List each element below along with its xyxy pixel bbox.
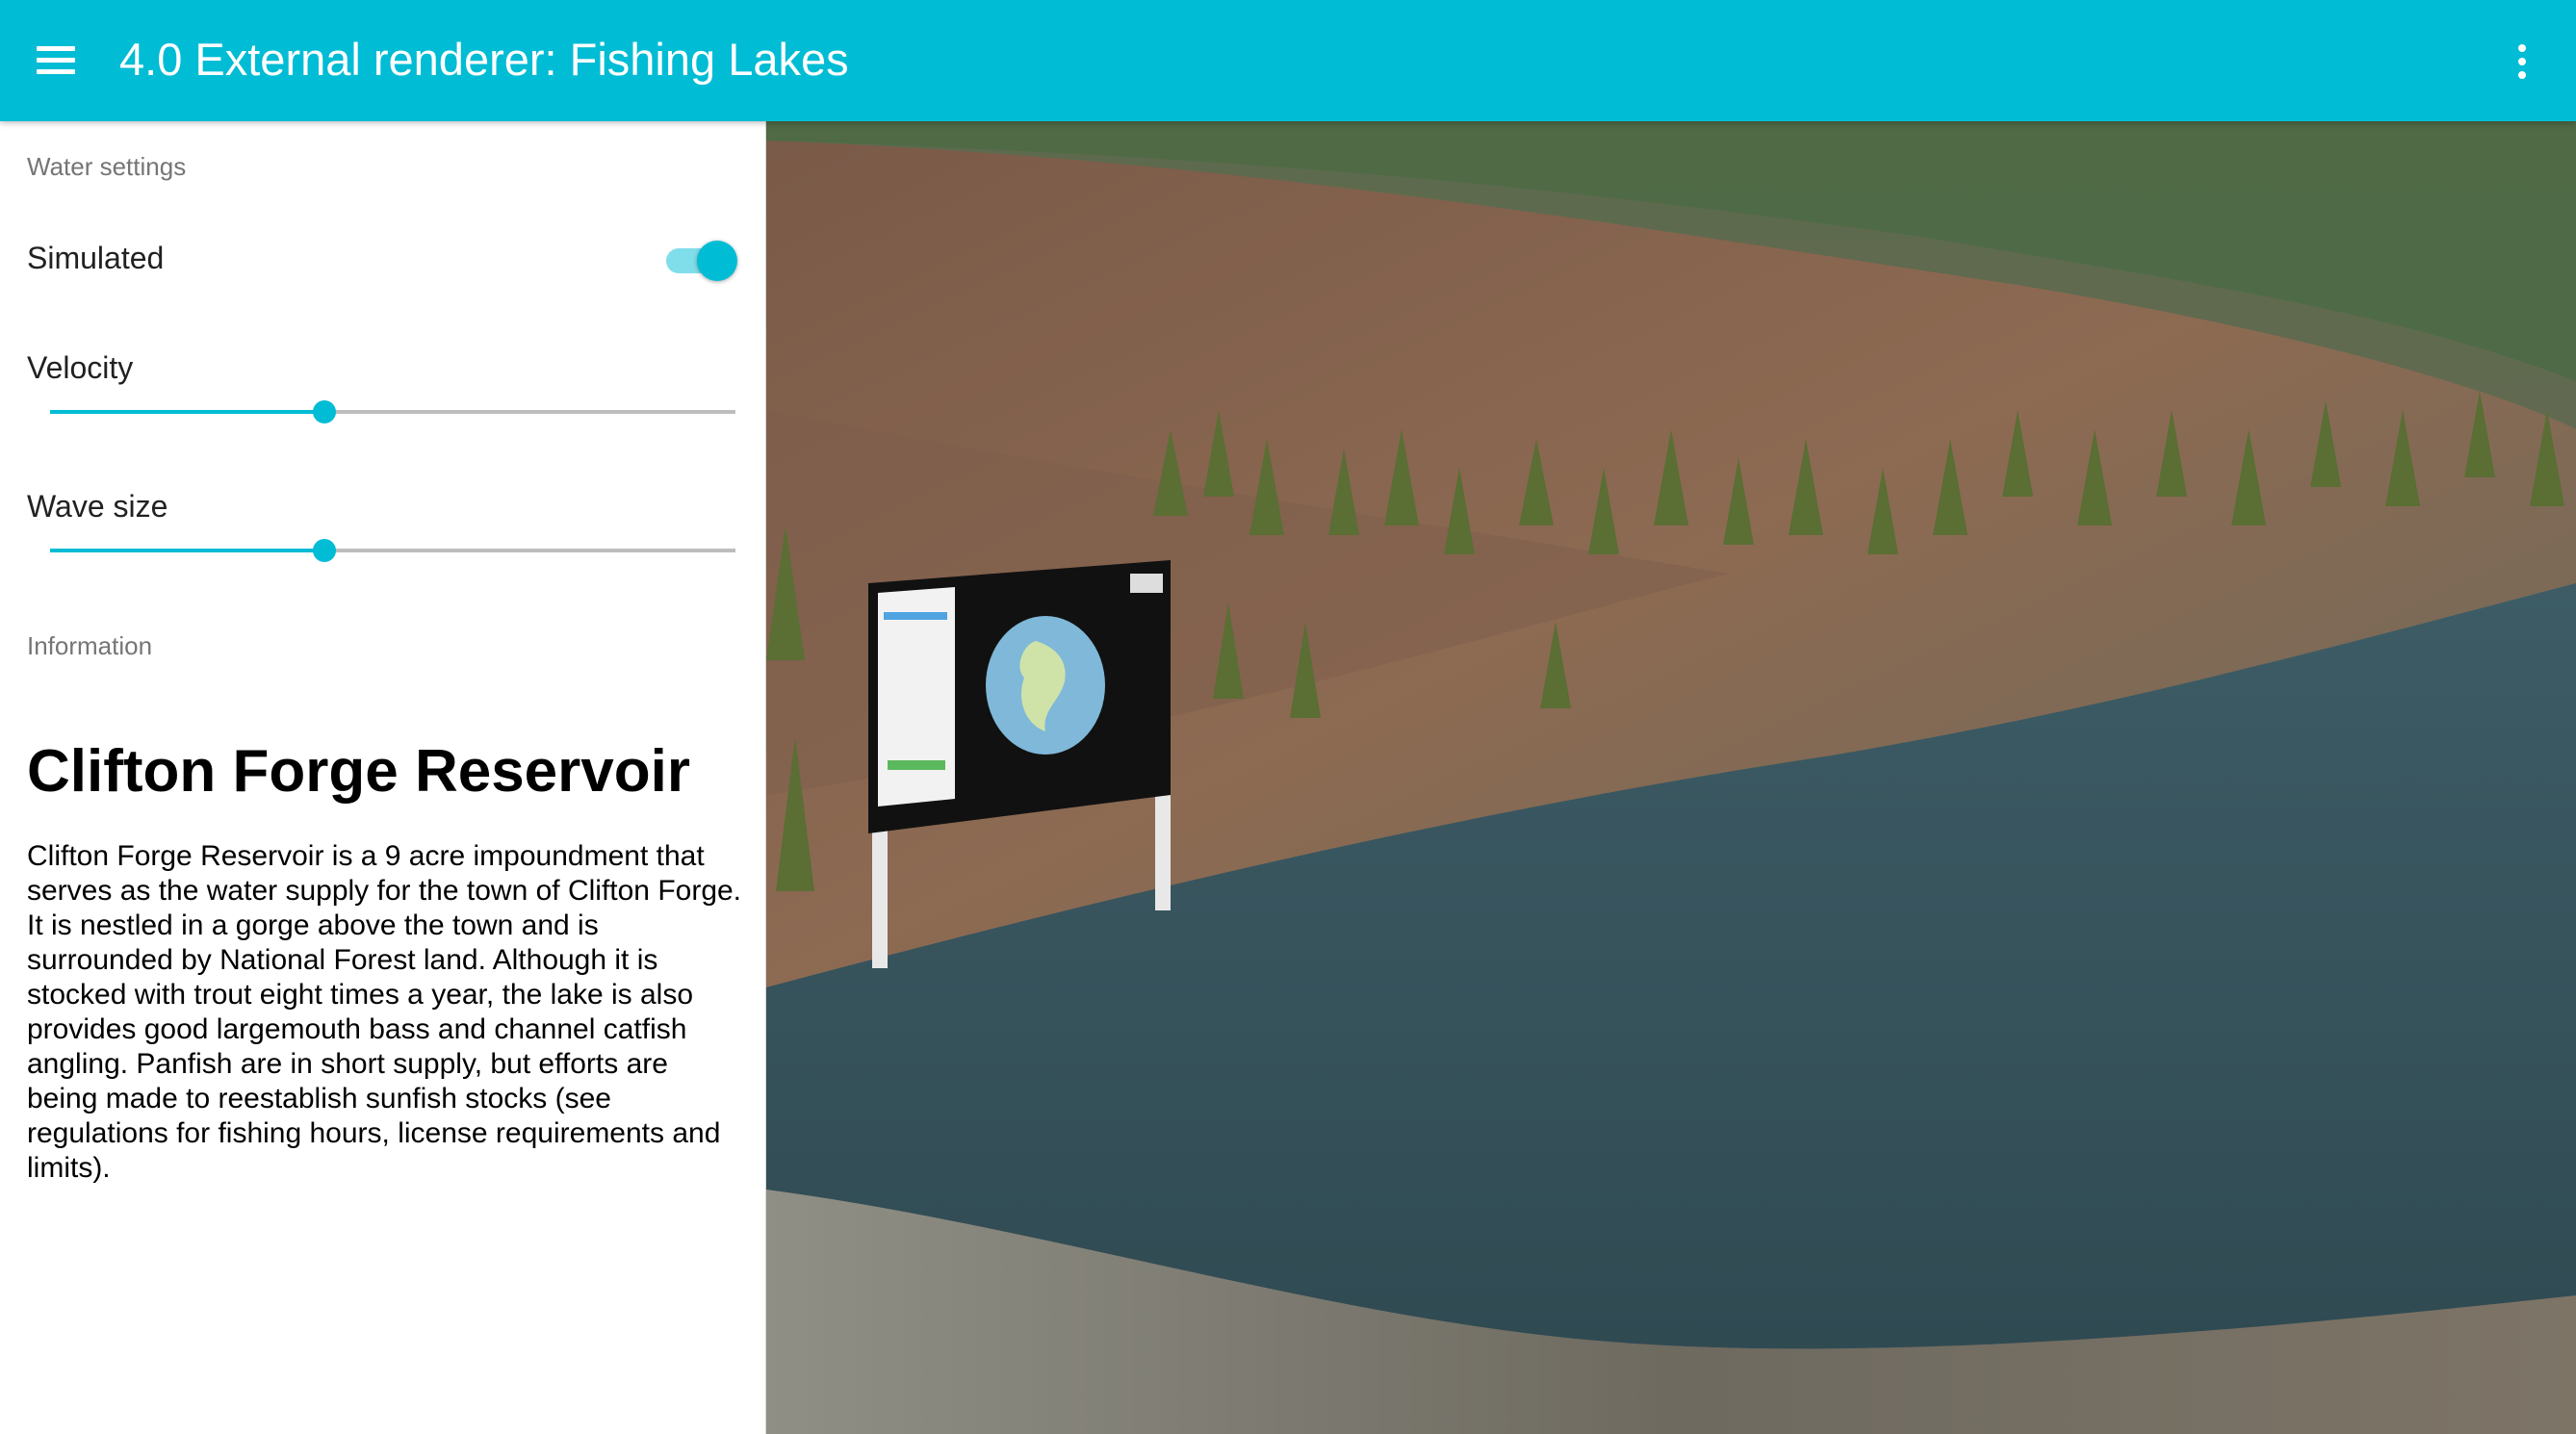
velocity-label: Velocity [27,350,134,385]
simulated-toggle[interactable] [664,239,737,283]
water-settings-header: Water settings [27,152,187,181]
menu-icon[interactable] [37,42,79,77]
velocity-slider[interactable] [50,393,735,431]
information-header: Information [27,631,153,660]
3d-scene-view[interactable] [766,121,2576,1434]
terrain-render [766,121,2576,1434]
lake-title: Clifton Forge Reservoir [27,738,690,805]
sidebar: Water settings Simulated Velocity Wave s… [0,121,766,1434]
slider-fill [50,549,324,552]
more-vert-icon[interactable] [2509,40,2534,85]
simulated-label: Simulated [27,241,165,275]
slider-fill [50,410,324,414]
slider-thumb[interactable] [312,539,336,562]
app-title: 4.0 External renderer: Fishing Lakes [119,34,849,85]
lake-description: Clifton Forge Reservoir is a 9 acre impo… [27,840,742,1184]
wave-size-slider[interactable] [50,531,735,570]
wave-size-label: Wave size [27,489,168,524]
slider-thumb[interactable] [312,400,336,423]
app-bar: 4.0 External renderer: Fishing Lakes [0,0,2576,121]
toggle-thumb [697,241,737,281]
